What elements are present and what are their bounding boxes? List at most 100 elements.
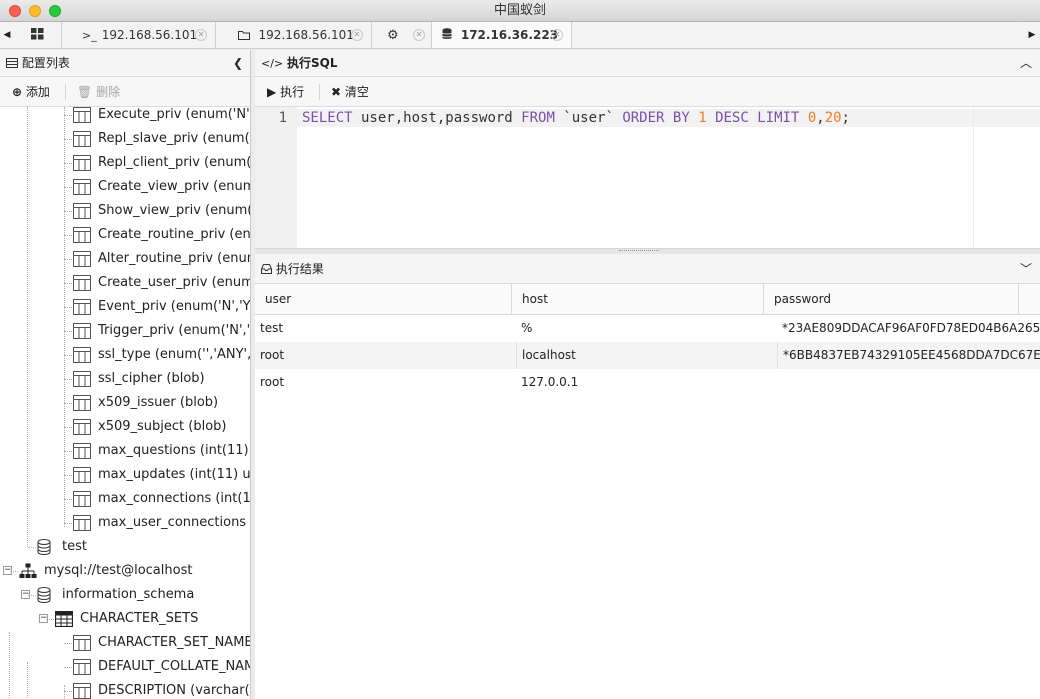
tree-column-item[interactable]: DESCRIPTION (varchar(60 xyxy=(0,679,251,699)
tree-connector xyxy=(64,115,72,116)
x-icon: ✖ xyxy=(331,85,342,99)
tree-connector xyxy=(64,331,72,332)
table-row[interactable]: root 127.0.0.1 xyxy=(255,369,1040,396)
cell-password[interactable] xyxy=(782,369,1040,396)
close-tab-icon[interactable]: ✕ xyxy=(351,29,363,41)
cell-user[interactable]: root xyxy=(260,369,510,396)
cell-user[interactable]: test xyxy=(260,315,510,342)
tree-connector xyxy=(64,403,72,404)
cell-user[interactable]: root xyxy=(260,342,510,369)
tree-table-character-sets[interactable]: − CHARACTER_SETS xyxy=(0,607,250,631)
tab-scroll-left-icon[interactable]: ◀ xyxy=(0,22,14,48)
table-row[interactable]: root localhost *6BB4837EB74329105EE4568D… xyxy=(255,342,1040,369)
tree-node-label: x509_issuer (blob) xyxy=(98,395,219,410)
collapse-left-icon[interactable]: ❮ xyxy=(233,50,243,77)
close-tab-icon[interactable]: ✕ xyxy=(551,29,563,41)
tree-node-label: DESCRIPTION (varchar(60 xyxy=(98,683,251,698)
tree-connector xyxy=(64,475,72,476)
tree-column-item[interactable]: max_connections (int(11) xyxy=(0,487,251,511)
column-header-password[interactable]: password xyxy=(764,284,1019,315)
cell-host[interactable]: localhost xyxy=(516,342,771,369)
clear-button[interactable]: ✖ 清空 xyxy=(331,77,369,107)
tree-connector xyxy=(64,211,72,212)
tree-column-item[interactable]: max_updates (int(11) unsi xyxy=(0,463,250,487)
tree-column-item[interactable]: Trigger_priv (enum('N','Y') xyxy=(0,319,250,343)
cell-host[interactable]: % xyxy=(521,315,771,342)
close-tab-icon[interactable]: ✕ xyxy=(195,29,207,41)
add-button[interactable]: ⊕ 添加 xyxy=(12,77,50,107)
tab-bar: ◀ >_ 192.168.56.101 ✕ 192.168.56.101 ✕ ⚙ … xyxy=(0,22,1040,49)
tab-database[interactable]: 172.16.36.223 ✕ xyxy=(432,22,572,48)
window-title: 中国蚁剑 xyxy=(493,3,546,18)
config-toolbar: ⊕ 添加 🗑 删除 xyxy=(0,77,250,107)
tree-column-item[interactable]: Execute_priv (enum('N','Y' xyxy=(0,107,250,127)
line-number: 1 xyxy=(278,110,287,126)
tree-connector xyxy=(64,307,72,308)
maximize-window-button[interactable] xyxy=(49,5,61,17)
sql-panel-header: </> 执行SQL ︿ xyxy=(255,50,1040,77)
toolbar-divider xyxy=(65,84,66,100)
tab-file-manager[interactable]: 192.168.56.101 ✕ xyxy=(216,22,372,48)
column-header-user[interactable]: user xyxy=(255,284,512,315)
tree-column-item[interactable]: Create_user_priv (enum('N xyxy=(0,271,250,295)
tree-column-item[interactable]: max_user_connections (in xyxy=(0,511,250,535)
tree-connector xyxy=(64,283,72,284)
tree-connector xyxy=(46,619,54,620)
tree-column-item[interactable]: x509_issuer (blob) xyxy=(0,391,250,415)
tree-node-label: ssl_type (enum('','ANY','X5 xyxy=(98,347,251,362)
code-icon: </> xyxy=(261,57,284,70)
result-grid: user host password test % *23AE809DDACAF… xyxy=(255,284,1040,699)
chevron-up-icon[interactable]: ︿ xyxy=(1020,50,1032,77)
cell-host[interactable]: 127.0.0.1 xyxy=(521,369,771,396)
database-icon xyxy=(442,28,456,42)
tree-connection[interactable]: − mysql://test@localhost xyxy=(0,559,250,583)
tree-node-label: ssl_cipher (blob) xyxy=(98,371,205,386)
tab-settings[interactable]: ⚙ ✕ xyxy=(372,22,432,48)
database-tree: Execute_priv (enum('N','Y' Repl_slave_pri… xyxy=(0,107,251,699)
tree-column-item[interactable]: Alter_routine_priv (enum(' xyxy=(0,247,250,271)
tree-column-item[interactable]: DEFAULT_COLLATE_NAME xyxy=(0,655,251,679)
tree-connector xyxy=(28,595,36,596)
tab-terminal[interactable]: >_ 192.168.56.101 ✕ xyxy=(62,22,216,48)
tree-column-item[interactable]: CHARACTER_SET_NAME ( xyxy=(0,631,250,655)
execute-button[interactable]: ▶ 执行 xyxy=(267,77,304,107)
config-list-panel: 配置列表 ❮ ⊕ 添加 🗑 删除 Execute_priv (enum('N',… xyxy=(0,50,251,699)
delete-button[interactable]: 🗑 删除 xyxy=(77,77,120,107)
table-row[interactable]: test % *23AE809DDACAF96AF0FD78ED04B6A265… xyxy=(255,315,1040,342)
tree-database-test[interactable]: test xyxy=(0,535,250,559)
result-panel-header: 执行结果 ﹀ xyxy=(255,254,1040,284)
tree-node-label: Alter_routine_priv (enum(' xyxy=(98,251,250,266)
tree-node-label: Repl_slave_priv (enum('N' xyxy=(98,131,251,146)
tree-column-item[interactable]: ssl_type (enum('','ANY','X5 xyxy=(0,343,251,367)
column-header-host[interactable]: host xyxy=(512,284,764,315)
tree-column-item[interactable]: x509_subject (blob) xyxy=(0,415,250,439)
tree-connector xyxy=(64,235,72,236)
tree-column-item[interactable]: max_questions (int(11) un xyxy=(0,439,250,463)
tree-column-item[interactable]: Show_view_priv (enum('N xyxy=(0,199,251,223)
cell-password[interactable]: *23AE809DDACAF96AF0FD78ED04B6A265E0 xyxy=(782,315,1040,342)
tab-scroll-right-icon[interactable]: ▶ xyxy=(1025,22,1039,48)
minimize-window-button[interactable] xyxy=(29,5,41,17)
tree-node-label: max_connections (int(11) xyxy=(98,491,251,506)
tree-connector xyxy=(28,547,36,548)
tree-node-label: Show_view_priv (enum('N xyxy=(98,203,251,218)
tree-column-item[interactable]: Create_routine_priv (enum xyxy=(0,223,251,247)
tree-database-information-schema[interactable]: − information_schema xyxy=(0,583,250,607)
close-window-button[interactable] xyxy=(9,5,21,17)
close-tab-icon[interactable]: ✕ xyxy=(413,29,425,41)
tree-column-item[interactable]: Repl_slave_priv (enum('N' xyxy=(0,127,251,151)
tree-column-item[interactable]: Event_priv (enum('N','Y')) xyxy=(0,295,250,319)
tree-node-label: Repl_client_priv (enum('N' xyxy=(98,155,251,170)
tree-node-label: DEFAULT_COLLATE_NAME xyxy=(98,659,251,674)
play-icon: ▶ xyxy=(267,85,277,99)
sql-query-text[interactable]: SELECT user,host,password FROM `user` OR… xyxy=(302,109,850,127)
chevron-down-icon[interactable]: ﹀ xyxy=(1020,254,1032,284)
tree-column-item[interactable]: Create_view_priv (enum('N xyxy=(0,175,250,199)
cell-password[interactable]: *6BB4837EB74329105EE4568DDA7DC67ED2 xyxy=(777,342,1040,369)
tree-column-item[interactable]: ssl_cipher (blob) xyxy=(0,367,250,391)
tree-node-label: test xyxy=(62,539,87,554)
tree-column-item[interactable]: Repl_client_priv (enum('N' xyxy=(0,151,251,175)
sql-editor[interactable]: 1 SELECT user,host,password FROM `user` … xyxy=(255,107,1040,248)
tab-home[interactable] xyxy=(16,22,62,48)
tree-node-label: Create_routine_priv (enum xyxy=(98,227,251,242)
